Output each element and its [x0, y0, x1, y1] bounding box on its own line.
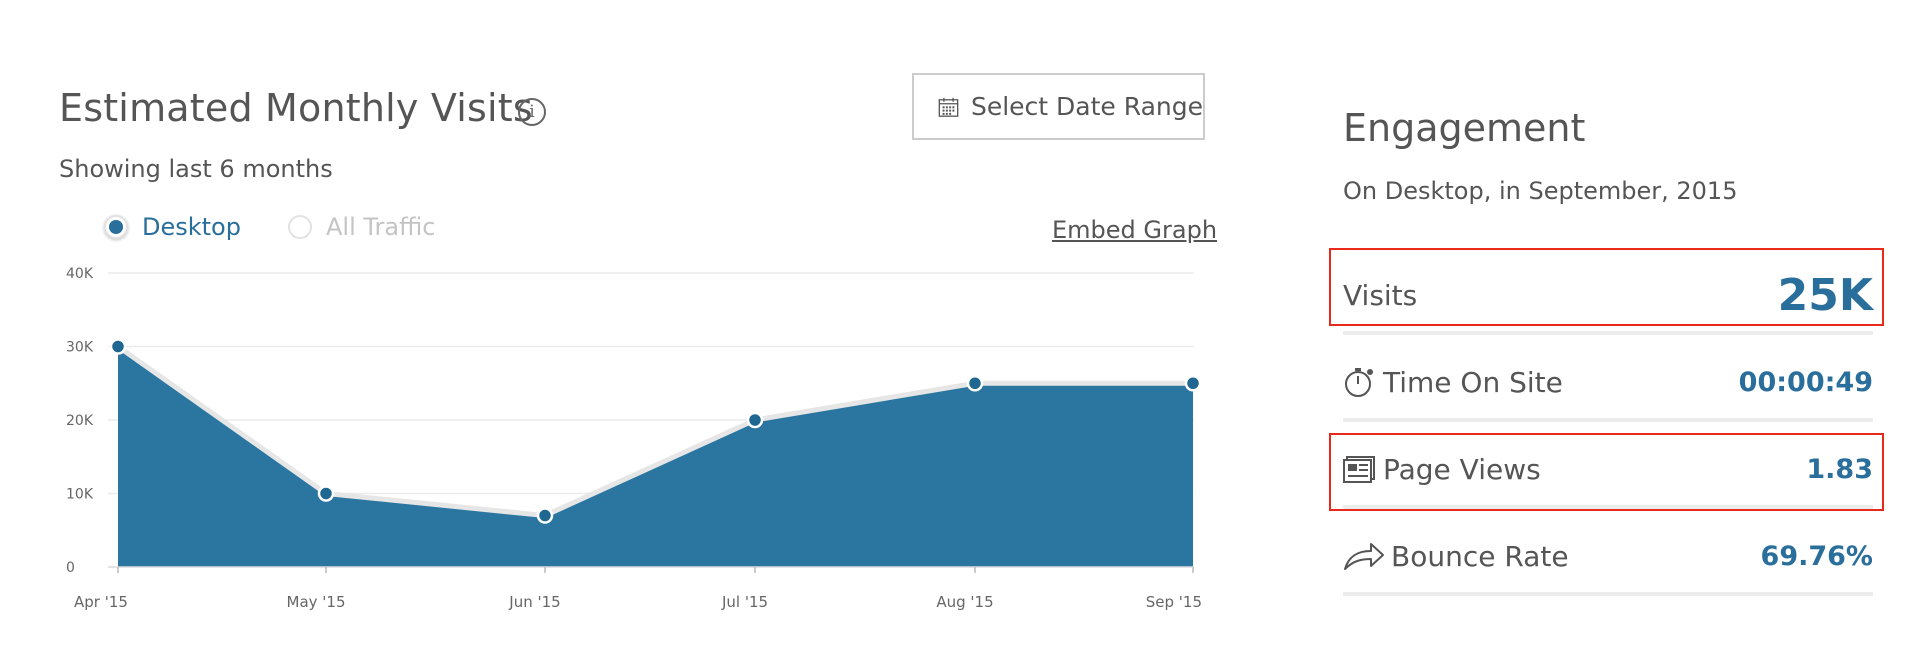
data-point [966, 375, 984, 392]
share-arrow-icon [1344, 543, 1384, 570]
metric-time-on-site-value: 00:00:49 [1738, 366, 1873, 398]
data-point [109, 338, 127, 355]
metric-divider [1343, 418, 1873, 422]
y-tick-label: 30K [66, 340, 94, 356]
engagement-panel: Engagement On Desktop, in September, 201… [1330, 0, 1920, 668]
engagement-subtitle: On Desktop, in September, 2015 [1343, 177, 1738, 205]
y-tick-label: 40K [66, 266, 94, 282]
select-date-range-button[interactable]: Select Date Range [912, 73, 1205, 140]
radio-all-traffic-indicator [288, 215, 312, 239]
monthly-visits-chart: 0 10K 20K 30K 40K Apr '15 May '15 Jun '15 Jul '1… [66, 266, 1202, 611]
metric-divider [1343, 331, 1873, 335]
metric-bounce-rate-value: 69.76% [1760, 540, 1873, 572]
data-point [746, 411, 764, 429]
x-tick-label: Jul '15 [721, 593, 768, 611]
x-tick-label: May '15 [287, 593, 346, 611]
visits-panel: Estimated Monthly Visits i Showing last … [0, 0, 1240, 668]
x-tick-label: Aug '15 [936, 593, 993, 611]
radio-desktop-label: Desktop [142, 213, 241, 241]
metric-bounce-rate: Bounce Rate 69.76% [1343, 521, 1873, 591]
engagement-title: Engagement [1343, 106, 1586, 150]
radio-desktop[interactable]: Desktop [104, 213, 241, 241]
radio-all-traffic-label: All Traffic [326, 213, 436, 241]
y-tick-label: 20K [66, 413, 94, 429]
highlight-box-visits [1329, 248, 1884, 326]
x-tick-label: Jun '15 [508, 593, 560, 611]
stopwatch-icon [1345, 368, 1373, 397]
metric-time-on-site: Time On Site 00:00:49 [1343, 347, 1873, 417]
highlight-box-page-views [1329, 433, 1884, 511]
info-icon[interactable]: i [518, 98, 546, 126]
metric-divider [1343, 592, 1873, 596]
y-tick-label: 10K [66, 487, 94, 503]
x-tick-label: Apr '15 [74, 593, 128, 611]
radio-desktop-indicator [104, 215, 128, 239]
calendar-icon [938, 97, 959, 117]
visits-title: Estimated Monthly Visits [59, 86, 533, 130]
data-point [1184, 375, 1202, 392]
x-tick-label: Sep '15 [1146, 593, 1202, 611]
data-point [317, 485, 335, 502]
select-date-range-label: Select Date Range [970, 92, 1203, 121]
y-tick-label: 0 [66, 560, 75, 576]
radio-all-traffic[interactable]: All Traffic [288, 213, 436, 241]
embed-graph-link[interactable]: Embed Graph [1052, 216, 1217, 244]
visits-subtitle: Showing last 6 months [59, 155, 333, 183]
metric-bounce-rate-name: Bounce Rate [1391, 539, 1569, 573]
metric-time-on-site-name: Time On Site [1383, 365, 1563, 399]
data-point [536, 507, 554, 524]
area-fill [118, 346, 1193, 567]
